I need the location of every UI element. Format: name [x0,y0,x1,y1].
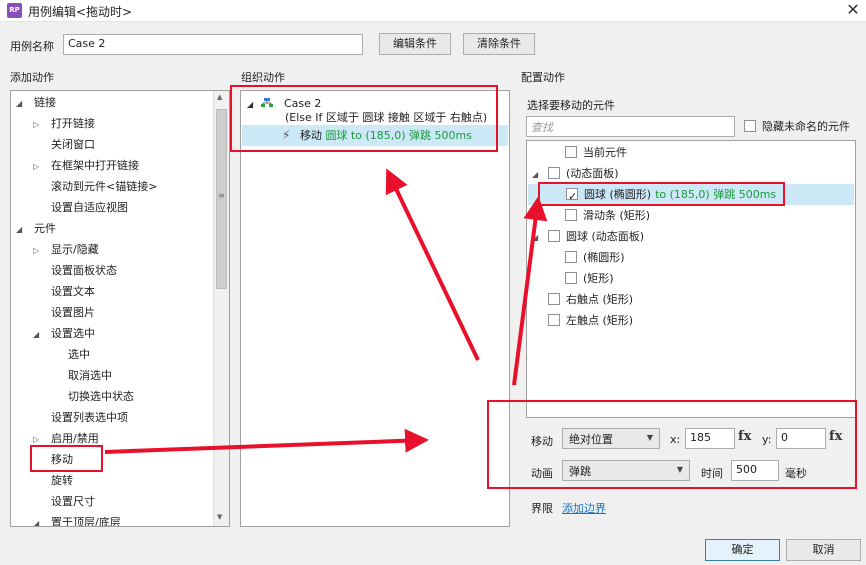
arrow-to-widget [512,196,548,386]
arrow-to-settings [104,428,429,454]
annotation-arrows [104,168,548,454]
arrow-to-case [385,168,480,361]
